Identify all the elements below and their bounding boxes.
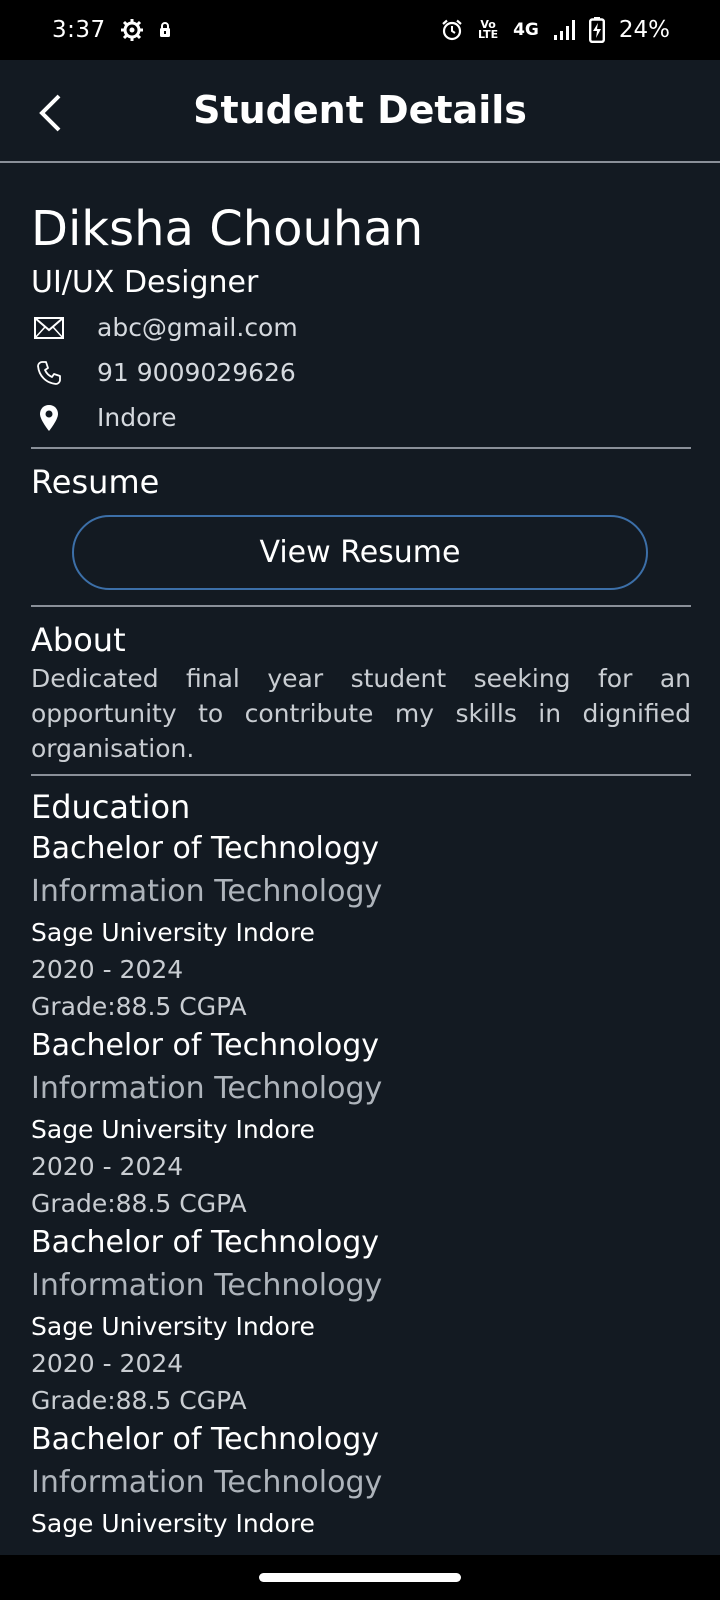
about-section-title: About <box>31 621 126 659</box>
education-grade: Grade:88.5 CGPA <box>31 1189 247 1218</box>
education-field: Information Technology <box>31 1071 383 1106</box>
education-field: Information Technology <box>31 874 383 909</box>
status-bar: 3:37 Vo LTE 4G 24% <box>0 0 720 60</box>
location-pin-icon <box>31 400 67 436</box>
location-text: Indore <box>97 403 177 432</box>
view-resume-button[interactable]: View Resume <box>72 515 648 590</box>
network-type-label: 4G <box>513 20 539 40</box>
education-university: Sage University Indore <box>31 918 315 947</box>
battery-percentage: 24% <box>618 17 670 43</box>
education-section-title: Education <box>31 788 191 826</box>
lock-notification-icon <box>158 22 172 38</box>
education-field: Information Technology <box>31 1268 383 1303</box>
about-text: Dedicated final year student seeking for… <box>31 664 691 763</box>
volte-icon: Vo LTE <box>477 18 499 41</box>
divider <box>31 605 691 607</box>
education-entry: Bachelor of Technology Information Techn… <box>31 1025 691 1222</box>
education-degree: Bachelor of Technology <box>31 1028 379 1063</box>
divider <box>31 447 691 449</box>
signal-icon <box>553 19 575 41</box>
education-university: Sage University Indore <box>31 1115 315 1144</box>
phone-row: 91 9009029626 <box>31 350 691 395</box>
student-details-content: Diksha Chouhan UI/UX Designer abc@gmail.… <box>31 163 691 1542</box>
mail-icon <box>31 310 67 346</box>
education-grade: Grade:88.5 CGPA <box>31 992 247 1021</box>
location-row: Indore <box>31 395 691 440</box>
email-text: abc@gmail.com <box>97 313 298 342</box>
education-degree: Bachelor of Technology <box>31 1225 379 1260</box>
app-header: Student Details <box>0 60 720 163</box>
education-degree: Bachelor of Technology <box>31 1422 379 1457</box>
phone-icon <box>31 355 67 391</box>
battery-charging-icon <box>588 17 605 43</box>
education-grade: Grade:88.5 CGPA <box>31 1386 247 1415</box>
student-role: UI/UX Designer <box>31 265 259 300</box>
education-entry: Bachelor of Technology Information Techn… <box>31 1419 691 1542</box>
student-name: Diksha Chouhan <box>31 201 424 257</box>
education-degree: Bachelor of Technology <box>31 831 379 866</box>
alarm-icon <box>441 19 463 41</box>
education-years: 2020 - 2024 <box>31 955 184 984</box>
education-entry: Bachelor of Technology Information Techn… <box>31 828 691 1025</box>
divider <box>31 774 691 776</box>
status-time: 3:37 <box>52 17 106 43</box>
education-years: 2020 - 2024 <box>31 1349 184 1378</box>
home-gesture-handle[interactable] <box>259 1573 461 1582</box>
education-field: Information Technology <box>31 1465 383 1500</box>
education-years: 2020 - 2024 <box>31 1152 184 1181</box>
email-row: abc@gmail.com <box>31 305 691 350</box>
navigation-bar <box>0 1555 720 1600</box>
education-university: Sage University Indore <box>31 1312 315 1341</box>
resume-section-title: Resume <box>31 463 160 501</box>
education-entry: Bachelor of Technology Information Techn… <box>31 1222 691 1419</box>
settings-gear-icon <box>120 18 144 42</box>
page-title: Student Details <box>193 88 527 132</box>
education-university: Sage University Indore <box>31 1509 315 1538</box>
phone-text: 91 9009029626 <box>97 358 296 387</box>
